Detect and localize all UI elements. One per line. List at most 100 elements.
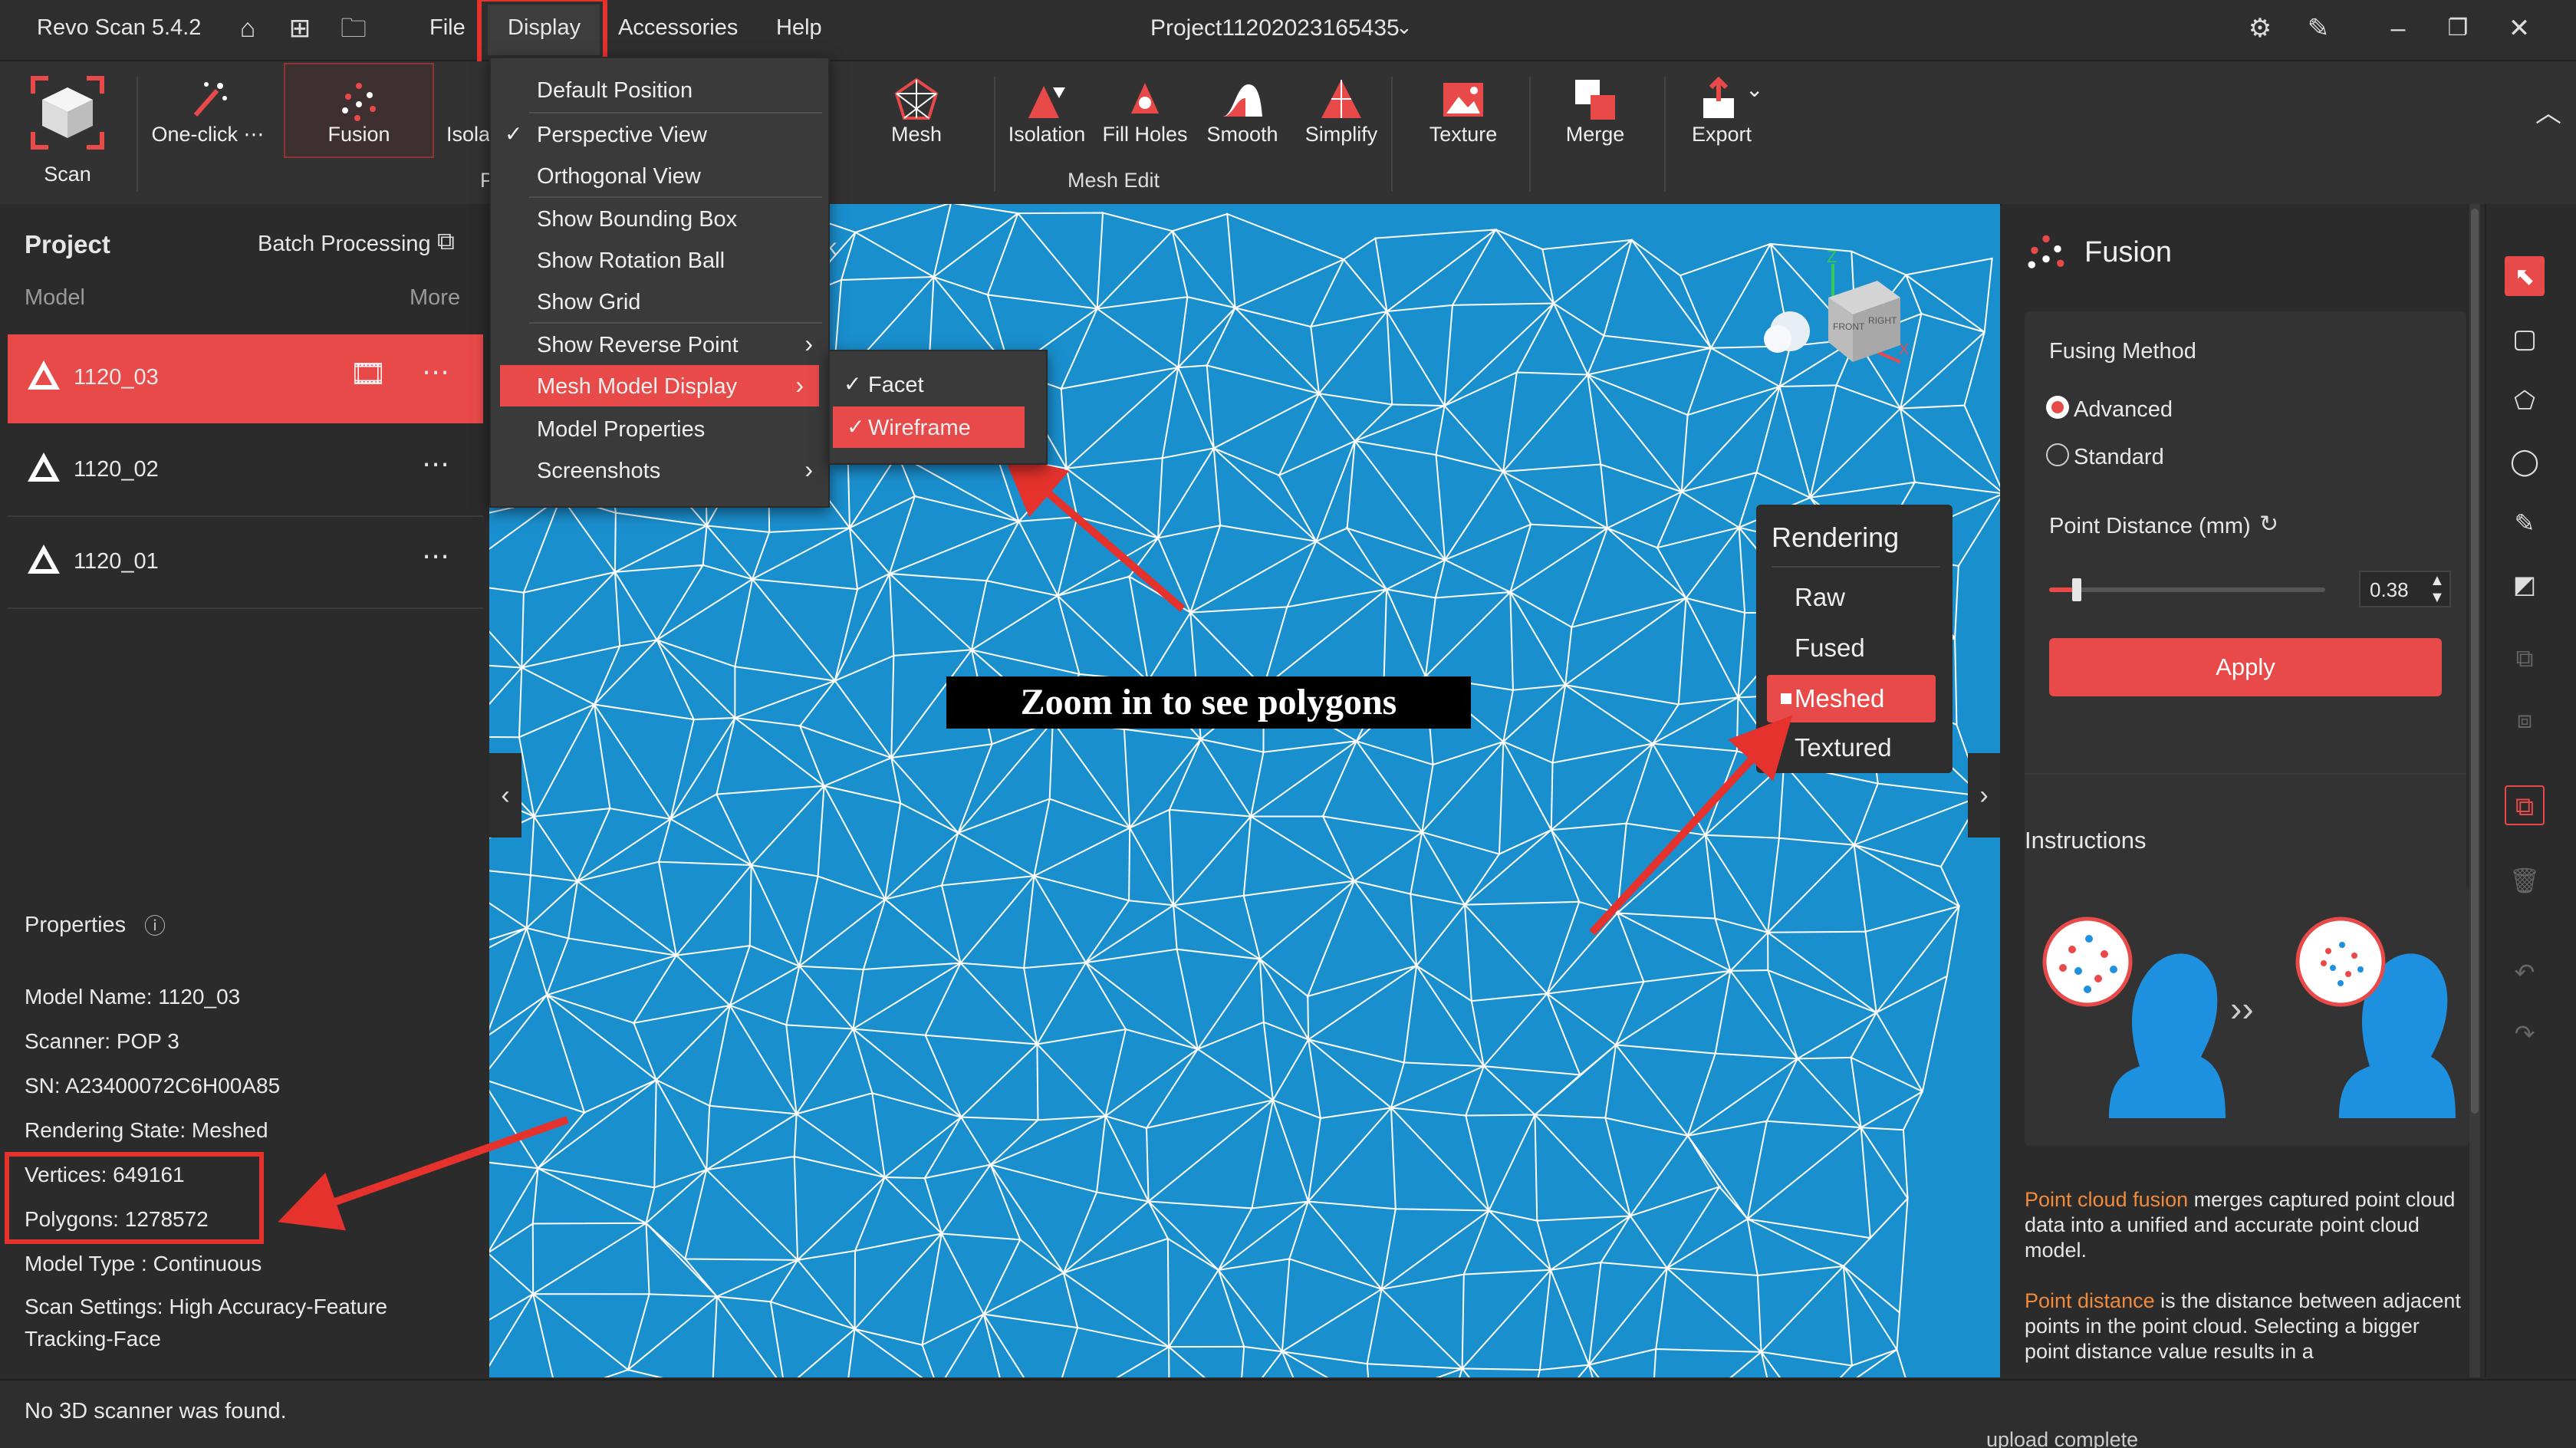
- point-distance-spinbox[interactable]: 0.38 ▲ ▼: [2359, 571, 2451, 607]
- collapse-ribbon-icon[interactable]: ︿: [2535, 92, 2561, 130]
- separator: [137, 77, 138, 192]
- mesh-button[interactable]: Mesh: [859, 61, 974, 204]
- feedback-icon[interactable]: ✎: [2301, 11, 2336, 46]
- fusion-button[interactable]: Fusion: [284, 63, 434, 158]
- menu-item-label: Wireframe: [868, 416, 971, 440]
- menu-item-perspective-view[interactable]: ✓ Perspective View: [491, 114, 828, 155]
- polygon-select-icon[interactable]: ⬠: [2505, 380, 2545, 420]
- open-folder-icon[interactable]: 🗀: [336, 11, 371, 46]
- menu-item-show-bounding-box[interactable]: Show Bounding Box: [491, 198, 828, 239]
- texture-icon: [1443, 83, 1483, 117]
- submenu-item-wireframe[interactable]: ✓ Wireframe: [833, 406, 1025, 448]
- menu-item-screenshots[interactable]: Screenshots ›: [491, 449, 828, 491]
- delete-icon[interactable]: 🗑: [2505, 861, 2545, 900]
- home-icon[interactable]: ⌂: [230, 11, 265, 46]
- film-icon[interactable]: 🎞: [350, 357, 387, 391]
- batch-processing-link[interactable]: Batch Processing: [258, 232, 431, 257]
- smooth-button[interactable]: Smooth: [1196, 61, 1288, 204]
- restore-icon[interactable]: ❐: [2440, 11, 2476, 46]
- ribbon-toolbar: Scan One-click ⋯ Fusion Isola P Mesh Iso…: [0, 61, 2576, 206]
- minimize-icon[interactable]: –: [2380, 11, 2416, 46]
- slider-thumb[interactable]: [2072, 578, 2081, 601]
- menu-item-model-properties[interactable]: Model Properties: [491, 408, 828, 449]
- batch-processing-icon[interactable]: ⧉: [437, 227, 455, 256]
- pointer-tool-icon[interactable]: ⬉: [2505, 256, 2545, 296]
- select-all-icon[interactable]: ⧈: [2505, 699, 2545, 739]
- invert-select-icon[interactable]: ⧉: [2505, 638, 2545, 678]
- undo-icon[interactable]: ↶: [2505, 953, 2545, 992]
- isolate-selection-icon[interactable]: ⧉: [2505, 785, 2545, 825]
- menu-item-show-rotation-ball[interactable]: Show Rotation Ball: [491, 239, 828, 281]
- info-icon[interactable]: ⓘ: [144, 910, 166, 940]
- chevron-down-icon[interactable]: ⌄: [1396, 15, 1413, 39]
- mesh-edit-group-label: Mesh Edit: [1068, 169, 1160, 192]
- menu-accessories[interactable]: Accessories: [618, 15, 738, 41]
- new-project-icon[interactable]: ⊞: [282, 11, 317, 46]
- smooth-label: Smooth: [1206, 123, 1278, 146]
- export-dropdown-icon[interactable]: ⌄: [1745, 77, 1763, 102]
- texture-button[interactable]: Texture: [1408, 61, 1518, 204]
- export-button[interactable]: ⌄ Export: [1672, 61, 1772, 204]
- more-link[interactable]: More: [410, 285, 460, 311]
- point-distance-value: 0.38: [2370, 578, 2409, 601]
- scan-icon: [31, 76, 104, 150]
- fusion-icon: [2028, 235, 2064, 268]
- menu-file[interactable]: File: [429, 15, 466, 41]
- app-title: Revo Scan 5.4.2: [37, 15, 202, 40]
- scrollbar[interactable]: [2469, 204, 2480, 1377]
- scan-button[interactable]: Scan: [6, 61, 129, 204]
- texture-label: Texture: [1429, 123, 1498, 146]
- submenu-arrow-icon: ›: [804, 330, 813, 357]
- fusion-icon: [342, 83, 376, 121]
- mesh-display-submenu: ✓ Facet ✓ Wireframe: [828, 350, 1048, 465]
- point-distance-slider[interactable]: [2049, 578, 2325, 601]
- fusing-method-label: Fusing Method: [2049, 339, 2196, 364]
- separator: [1664, 77, 1666, 192]
- merge-button[interactable]: Merge: [1541, 61, 1649, 204]
- mesh-label: Mesh: [890, 123, 943, 146]
- spin-arrows-icon[interactable]: ▲ ▼: [2430, 572, 2445, 606]
- plane-select-icon[interactable]: ◩: [2505, 564, 2545, 604]
- prop-scanner: Scanner: POP 3: [25, 1029, 179, 1053]
- rect-select-icon[interactable]: ▢: [2505, 319, 2545, 359]
- model-more-icon[interactable]: ⋯: [422, 356, 451, 388]
- lasso-select-icon[interactable]: ◯: [2505, 442, 2545, 482]
- menu-item-show-grid[interactable]: Show Grid: [491, 281, 828, 322]
- apply-button[interactable]: Apply: [2049, 638, 2442, 696]
- submenu-item-facet[interactable]: ✓ Facet: [830, 364, 1046, 405]
- prop-model-name: Model Name: 1120_03: [25, 985, 241, 1009]
- model-name: 1120_01: [74, 549, 159, 574]
- fill-holes-icon: [1131, 83, 1159, 114]
- upload-status-text: upload complete: [1986, 1428, 2139, 1448]
- separator: [1391, 77, 1393, 192]
- reset-icon[interactable]: ↻: [2259, 511, 2278, 538]
- model-row-1120-03[interactable]: 1120_03 🎞 ⋯: [8, 334, 483, 423]
- model-more-icon[interactable]: ⋯: [422, 540, 451, 572]
- model-row-1120-01[interactable]: 1120_01 ⋯: [8, 518, 483, 609]
- brush-select-icon[interactable]: ✎: [2505, 503, 2545, 543]
- magic-wand-icon: [193, 82, 227, 117]
- radio-advanced[interactable]: [2046, 396, 2069, 419]
- simplify-button[interactable]: Simplify: [1293, 61, 1390, 204]
- model-more-icon[interactable]: ⋯: [422, 448, 451, 480]
- menu-item-default-position[interactable]: Default Position: [491, 69, 828, 110]
- separator: [994, 77, 995, 192]
- menu-item-orthogonal-view[interactable]: Orthogonal View: [491, 155, 828, 196]
- separator: [1529, 77, 1531, 192]
- one-click-button[interactable]: One-click ⋯: [143, 61, 273, 204]
- prop-scan-settings-cont: Tracking-Face: [25, 1327, 161, 1351]
- menu-item-show-reverse-point[interactable]: Show Reverse Point ›: [491, 324, 828, 365]
- close-icon[interactable]: ✕: [2502, 11, 2537, 46]
- menu-item-label: Orthogonal View: [537, 164, 701, 189]
- model-row-1120-02[interactable]: 1120_02 ⋯: [8, 426, 483, 517]
- annotation-arrow-properties: [278, 1116, 569, 1231]
- scrollbar-thumb[interactable]: [2471, 209, 2479, 1114]
- menu-item-label: Perspective View: [537, 123, 707, 147]
- radio-standard[interactable]: [2046, 443, 2069, 466]
- status-text: No 3D scanner was found.: [25, 1399, 287, 1423]
- redo-icon[interactable]: ↷: [2505, 1014, 2545, 1054]
- menu-help[interactable]: Help: [776, 15, 822, 41]
- gear-icon[interactable]: ⚙: [2242, 11, 2278, 46]
- project-title[interactable]: Project11202023165435: [1150, 15, 1400, 41]
- menu-item-mesh-model-display[interactable]: Mesh Model Display ›: [500, 365, 819, 406]
